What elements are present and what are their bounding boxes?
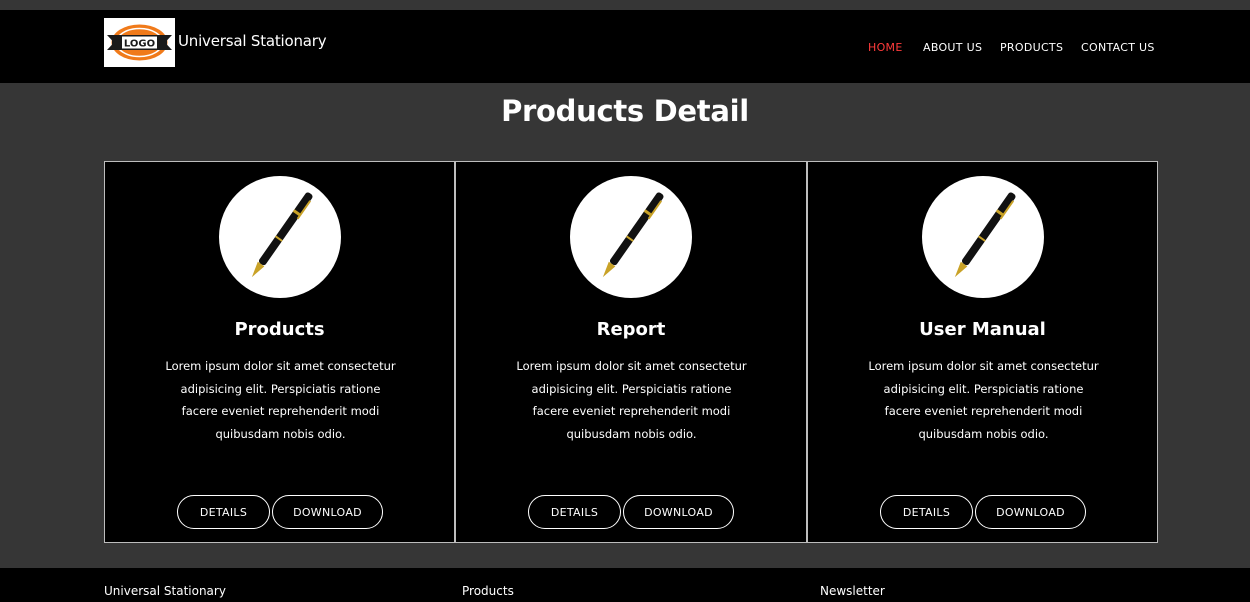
details-button[interactable]: DETAILS [177, 495, 270, 529]
card-actions: DETAILS DOWNLOAD [105, 495, 454, 529]
card-description: Lorem ipsum dolor sit amet consectetur a… [868, 359, 1099, 442]
card-description: Lorem ipsum dolor sit amet consectetur a… [165, 359, 396, 442]
download-button[interactable]: DOWNLOAD [975, 495, 1086, 529]
details-button[interactable]: DETAILS [880, 495, 973, 529]
footer-heading-products: Products [462, 584, 514, 598]
pen-icon [921, 176, 1044, 298]
navbar: LOGO Universal Stationary HOME ABOUT US … [0, 10, 1250, 83]
card-report: Report Lorem ipsum dolor sit amet consec… [455, 161, 807, 543]
nav-about-us[interactable]: ABOUT US [923, 41, 982, 54]
pen-icon [218, 176, 341, 298]
product-cards: Products Lorem ipsum dolor sit amet cons… [104, 161, 1158, 543]
nav-links: HOME ABOUT US PRODUCTS CONTACT US [0, 41, 1250, 55]
card-title: User Manual [919, 319, 1046, 340]
card-title: Report [596, 319, 666, 340]
nav-home[interactable]: HOME [868, 41, 903, 54]
footer: Universal Stationary Products Newsletter [0, 568, 1250, 602]
pen-icon [570, 176, 692, 298]
download-button[interactable]: DOWNLOAD [623, 495, 734, 529]
details-button[interactable]: DETAILS [528, 495, 621, 529]
card-actions: DETAILS DOWNLOAD [456, 495, 806, 529]
footer-heading-newsletter: Newsletter [820, 584, 885, 598]
card-actions: DETAILS DOWNLOAD [808, 495, 1157, 529]
download-button[interactable]: DOWNLOAD [272, 495, 383, 529]
nav-contact-us[interactable]: CONTACT US [1081, 41, 1155, 54]
card-description: Lorem ipsum dolor sit amet consectetur a… [516, 359, 747, 442]
page-title: Products Detail [501, 94, 749, 128]
nav-products[interactable]: PRODUCTS [1000, 41, 1063, 54]
card-products: Products Lorem ipsum dolor sit amet cons… [104, 161, 455, 543]
card-user-manual: User Manual Lorem ipsum dolor sit amet c… [807, 161, 1158, 543]
card-title: Products [234, 319, 325, 340]
top-strip [0, 0, 1250, 10]
footer-heading-company: Universal Stationary [104, 584, 226, 598]
